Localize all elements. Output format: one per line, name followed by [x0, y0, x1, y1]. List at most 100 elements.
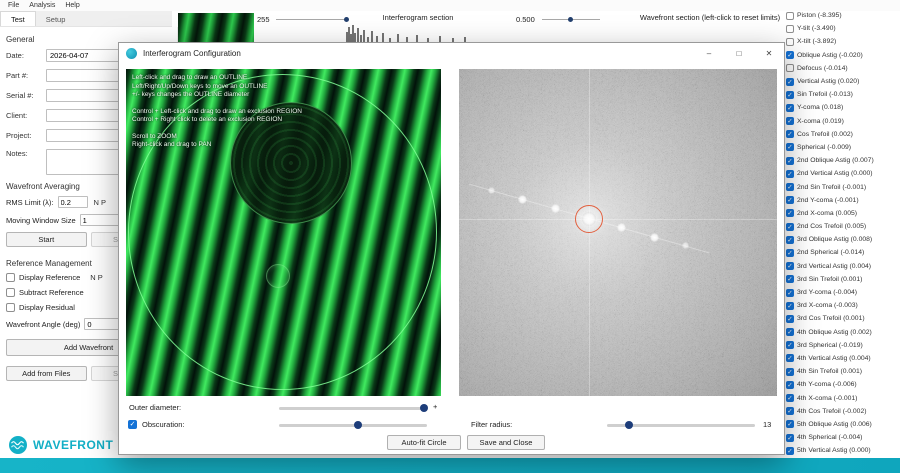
checkbox[interactable]: [6, 273, 15, 282]
outer-diameter-thumb[interactable]: [420, 404, 428, 412]
zernike-checkbox[interactable]: [786, 262, 794, 271]
zernike-row[interactable]: 2nd Oblique Astig (0.007): [786, 154, 898, 167]
zernike-row[interactable]: 4th Spherical (-0.004): [786, 431, 898, 444]
filter-radius-circle[interactable]: [575, 205, 603, 233]
zernike-row[interactable]: 2nd X-coma (0.005): [786, 207, 898, 220]
outer-diameter-slider[interactable]: [279, 404, 428, 412]
zernike-checkbox[interactable]: [786, 130, 794, 139]
obscuration-slider[interactable]: [279, 421, 427, 429]
zernike-row[interactable]: 4th X-coma (-0.001): [786, 391, 898, 404]
zernike-row[interactable]: 4th Y-coma (-0.006): [786, 378, 898, 391]
zernike-checkbox[interactable]: [786, 90, 794, 100]
menu-file[interactable]: File: [3, 2, 24, 9]
zernike-row[interactable]: 3rd Y-coma (-0.004): [786, 286, 898, 299]
zernike-row[interactable]: 2nd Spherical (-0.014): [786, 246, 898, 259]
rms-limit-input[interactable]: [57, 196, 88, 208]
zernike-checkbox[interactable]: [786, 183, 794, 192]
zernike-row[interactable]: 5th Vertical Astig (0.000): [786, 444, 898, 457]
obscuration-checkbox[interactable]: [128, 420, 137, 430]
zernike-row[interactable]: 4th Vertical Astig (0.004): [786, 352, 898, 365]
zernike-row[interactable]: Piston (-8.395): [786, 9, 898, 22]
zernike-row[interactable]: Y-coma (0.018): [786, 101, 898, 114]
zernike-row[interactable]: 4th Sin Trefoil (0.001): [786, 365, 898, 378]
zernike-checkbox[interactable]: [786, 222, 794, 232]
zernike-checkbox[interactable]: [786, 11, 794, 20]
menu-help[interactable]: Help: [60, 2, 84, 9]
zernike-checkbox[interactable]: [786, 328, 794, 337]
zernike-row[interactable]: Defocus (-0.014): [786, 62, 898, 75]
auto-fit-circle-button[interactable]: Auto-fit Circle: [387, 435, 461, 450]
zernike-row[interactable]: Spherical (-0.009): [786, 141, 898, 154]
dialog-titlebar[interactable]: Interferogram Configuration – □ ✕: [119, 43, 784, 64]
zernike-row[interactable]: Vertical Astig (0.020): [786, 75, 898, 88]
zernike-checkbox[interactable]: [786, 367, 794, 377]
zernike-checkbox[interactable]: [786, 77, 794, 87]
menu-analysis[interactable]: Analysis: [24, 2, 60, 9]
zernike-checkbox[interactable]: [786, 354, 794, 363]
interferogram-histogram[interactable]: [345, 24, 470, 42]
zernike-checkbox[interactable]: [786, 143, 794, 152]
zernike-checkbox[interactable]: [786, 37, 794, 46]
zernike-checkbox[interactable]: [786, 235, 794, 245]
zernike-row[interactable]: Y-tilt (-3.490): [786, 22, 898, 35]
tab-test[interactable]: Test: [0, 11, 36, 26]
zernike-row[interactable]: X-coma (0.019): [786, 115, 898, 128]
wavefront-level-thumb[interactable]: [568, 17, 573, 22]
zernike-checkbox[interactable]: [786, 64, 794, 73]
moving-window-input[interactable]: [79, 214, 124, 226]
interferogram-canvas[interactable]: Left-click and drag to draw an OUTLINE Le…: [126, 69, 441, 396]
zernike-row[interactable]: 5th Oblique Astig (0.006): [786, 418, 898, 431]
zernike-checkbox[interactable]: [786, 341, 794, 350]
add-from-files-button[interactable]: Add from Files: [6, 366, 87, 381]
zernike-row[interactable]: 4th Cos Trefoil (-0.002): [786, 405, 898, 418]
zernike-checkbox[interactable]: [786, 433, 794, 443]
tab-setup[interactable]: Setup: [36, 12, 76, 26]
zernike-row[interactable]: 3rd X-coma (-0.003): [786, 299, 898, 312]
outer-diameter-plus[interactable]: +: [433, 402, 437, 411]
zernike-checkbox[interactable]: [786, 301, 794, 311]
obscuration-thumb[interactable]: [354, 421, 362, 429]
checkbox[interactable]: [6, 303, 15, 312]
zernike-row[interactable]: 2nd Vertical Astig (0.000): [786, 167, 898, 180]
fft-canvas[interactable]: [459, 69, 777, 396]
zernike-row[interactable]: 3rd Vertical Astig (0.004): [786, 260, 898, 273]
filter-radius-slider[interactable]: [607, 421, 755, 429]
checkbox[interactable]: [6, 288, 15, 297]
maximize-icon[interactable]: □: [724, 43, 754, 64]
zernike-checkbox[interactable]: [786, 209, 794, 218]
wavefront-level-slider[interactable]: [542, 17, 600, 22]
zernike-row[interactable]: 4th Oblique Astig (0.002): [786, 326, 898, 339]
filter-radius-thumb[interactable]: [625, 421, 633, 429]
zernike-checkbox[interactable]: [786, 275, 794, 284]
minimize-icon[interactable]: –: [694, 43, 724, 64]
zernike-row[interactable]: 3rd Sin Trefoil (0.001): [786, 273, 898, 286]
start-button[interactable]: Start: [6, 232, 87, 247]
zernike-row[interactable]: Cos Trefoil (0.002): [786, 128, 898, 141]
zernike-checkbox[interactable]: [786, 446, 794, 456]
zernike-row[interactable]: 3rd Oblique Astig (0.008): [786, 233, 898, 246]
close-icon[interactable]: ✕: [754, 43, 784, 64]
zernike-row[interactable]: Oblique Astig (-0.020): [786, 49, 898, 62]
zernike-checkbox[interactable]: [786, 103, 794, 113]
zernike-checkbox[interactable]: [786, 51, 794, 60]
zernike-checkbox[interactable]: [786, 196, 794, 205]
zernike-row[interactable]: 2nd Sin Trefoil (-0.001): [786, 180, 898, 193]
zernike-checkbox[interactable]: [786, 380, 794, 390]
zernike-checkbox[interactable]: [786, 117, 794, 126]
save-and-close-button[interactable]: Save and Close: [467, 435, 545, 450]
zernike-row[interactable]: X-tilt (-3.892): [786, 35, 898, 48]
zernike-row[interactable]: 3rd Cos Trefoil (0.001): [786, 312, 898, 325]
zernike-checkbox[interactable]: [786, 156, 794, 166]
zernike-checkbox[interactable]: [786, 420, 794, 429]
zernike-checkbox[interactable]: [786, 24, 794, 33]
zernike-row[interactable]: 2nd Cos Trefoil (0.005): [786, 220, 898, 233]
zernike-row[interactable]: 3rd Spherical (-0.019): [786, 339, 898, 352]
zernike-checkbox[interactable]: [786, 314, 794, 324]
zernike-row[interactable]: 2nd Y-coma (-0.001): [786, 194, 898, 207]
zernike-checkbox[interactable]: [786, 248, 794, 258]
zernike-row[interactable]: Sin Trefoil (-0.013): [786, 88, 898, 101]
zernike-checkbox[interactable]: [786, 288, 794, 298]
zernike-checkbox[interactable]: [786, 169, 794, 179]
zernike-checkbox[interactable]: [786, 407, 794, 416]
zernike-checkbox[interactable]: [786, 394, 794, 403]
